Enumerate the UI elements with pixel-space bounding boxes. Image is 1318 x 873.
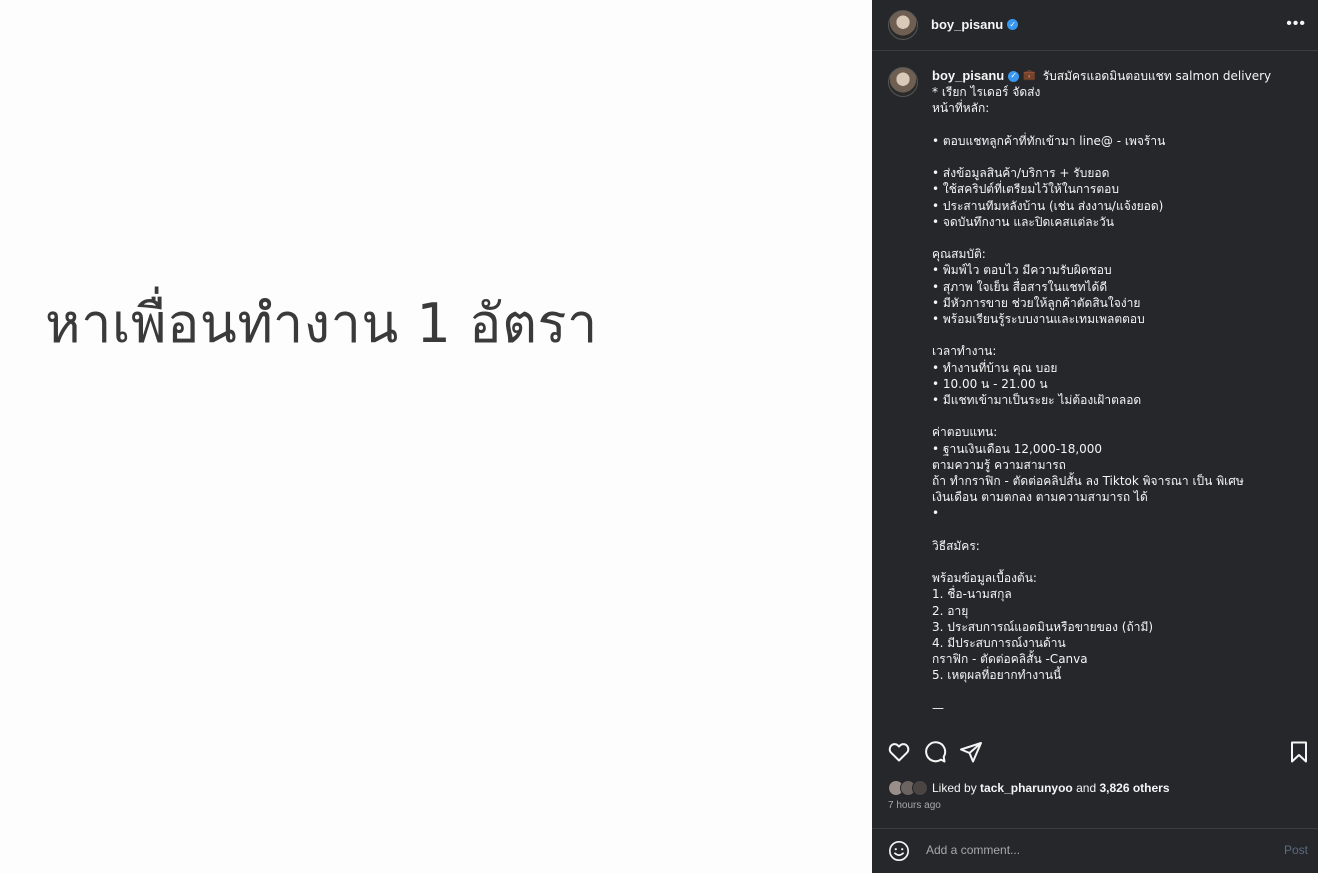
verified-badge-icon: ✓ xyxy=(1007,19,1019,30)
caption-section: boy_pisanu ✓ 💼 รับสมัครแอดมินตอบแชท salm… xyxy=(872,60,1318,720)
post-sidebar: boy_pisanu ✓ ••• boy_pisanu ✓ 💼 รับสมัคร… xyxy=(872,0,1318,873)
caption-line: เงินเดือน ตามตกลง ตามความสามารถ ได้ xyxy=(932,490,1148,505)
caption-line: เวลาทำงาน: xyxy=(932,344,997,359)
verified-badge-icon: ✓ xyxy=(1008,70,1020,82)
caption-line: • พร้อมเรียนรู้ระบบงานและเทมเพลตตอบ xyxy=(932,312,1145,326)
caption-line: 3. ประสบการณ์แอดมินหรือขายของ (ถ้ามี) xyxy=(932,619,1154,634)
caption-avatar[interactable] xyxy=(888,67,918,97)
caption-line: • ส่งข้อมูลสินค้า/บริการ + รับยอด xyxy=(932,166,1110,181)
caption-line xyxy=(932,327,1307,343)
caption-line: 1. ชื่อ-นามสกุล xyxy=(932,587,1012,602)
caption-line: • ฐานเงินเดือน 12,000-18,000 xyxy=(932,441,1103,456)
caption-line: • มีแชทเข้ามาเป็นระยะ ไม่ต้องเฝ้าตลอด xyxy=(932,393,1142,407)
caption-line: • สุภาพ ใจเย็น สื่อสารในแชทได้ดี xyxy=(932,279,1108,294)
caption-line xyxy=(932,554,1307,570)
caption-line: • ประสานทีมหลังบ้าน (เช่น ส่งงาน/แจ้งยอด… xyxy=(932,198,1164,213)
post-actions xyxy=(872,740,1318,770)
caption-line: กราฟิก - ตัดต่อคลิสั้น -Canva xyxy=(932,652,1088,667)
caption-header: boy_pisanu ✓ 💼 รับสมัครแอดมินตอบแชท salm… xyxy=(932,68,1307,84)
caption-line: ค่าตอบแทน: xyxy=(932,425,998,440)
caption-line: หน้าที่หลัก: xyxy=(932,101,990,116)
caption-body: * เรียก ไรเดอร์ จัดส่ง หน้าที่หลัก: • ตอบแ… xyxy=(932,84,1307,716)
caption-username[interactable]: boy_pisanu xyxy=(932,68,1004,84)
caption-line: • ใช้สคริปต์ที่เตรียมไว้ให้ในการตอบ xyxy=(932,182,1119,197)
caption-line: ตามความรู้ ความสามารถ xyxy=(932,457,1066,472)
briefcase-emoji-icon: 💼 xyxy=(1023,70,1036,81)
caption-line: 2. อายุ xyxy=(932,603,969,618)
caption-line: • พิมพ์ไว ตอบไว มีความรับผิดชอบ xyxy=(932,263,1112,278)
caption-line xyxy=(932,522,1307,538)
more-options-icon[interactable]: ••• xyxy=(1286,15,1306,33)
caption-line: • 10.00 น - 21.00 น xyxy=(932,376,1048,391)
caption-line: * เรียก ไรเดอร์ จัดส่ง xyxy=(932,85,1041,100)
caption-line: คุณสมบัติ: xyxy=(932,247,986,262)
caption-line: 4. มีประสบการณ์งานด้าน xyxy=(932,636,1066,650)
comment-bar: Post xyxy=(872,830,1318,873)
comment-icon[interactable] xyxy=(923,740,947,764)
caption-line: พร้อมข้อมูลเบื้องต้น: xyxy=(932,571,1037,586)
post-comment-button[interactable]: Post xyxy=(1284,843,1308,857)
send-icon[interactable] xyxy=(959,740,983,764)
caption-line: วิธีสมัคร: xyxy=(932,538,980,553)
caption-line xyxy=(932,117,1307,133)
liked-by-and: and xyxy=(1076,781,1097,795)
likes-summary: Liked by tack_pharunyoo and 3,826 others xyxy=(888,780,1170,796)
post-media: หาเพื่อนทำงาน 1 อัตรา xyxy=(0,0,872,873)
caption-line xyxy=(932,408,1307,424)
liker-avatars xyxy=(888,780,928,796)
bookmark-icon[interactable] xyxy=(1287,740,1311,764)
post-timestamp[interactable]: 7 hours ago xyxy=(888,800,941,811)
liked-by-others[interactable]: 3,826 others xyxy=(1099,781,1169,795)
username[interactable]: boy_pisanu xyxy=(931,17,1003,32)
caption-text: boy_pisanu ✓ 💼 รับสมัครแอดมินตอบแชท salm… xyxy=(932,68,1307,716)
caption-line: 5. เหตุผลที่อยากทำงานนี้ xyxy=(932,668,1062,683)
caption-line xyxy=(932,684,1307,700)
post-header: boy_pisanu ✓ ••• xyxy=(872,0,1318,50)
header-divider xyxy=(872,50,1318,51)
header-user: boy_pisanu ✓ xyxy=(931,17,1019,32)
comment-input[interactable] xyxy=(924,842,1248,858)
heart-icon[interactable] xyxy=(887,740,911,764)
media-headline: หาเพื่อนทำงาน 1 อัตรา xyxy=(45,292,598,355)
liked-by-user[interactable]: tack_pharunyoo xyxy=(980,781,1073,795)
caption-line: • xyxy=(932,506,940,521)
caption-line: • จดบันทึกงาน และปิดเคสแต่ละวัน xyxy=(932,214,1114,229)
caption-line xyxy=(932,230,1307,246)
liked-by-prefix: Liked by xyxy=(932,781,977,795)
caption-line xyxy=(932,149,1307,165)
caption-title: รับสมัครแอดมินตอบแชท salmon delivery xyxy=(1042,69,1272,83)
caption-line: • มีหัวการขาย ช่วยให้ลูกค้าตัดสินใจง่าย xyxy=(932,295,1141,310)
caption-line: • ทำงานที่บ้าน คุณ บอย xyxy=(932,360,1058,375)
liker-avatar xyxy=(912,780,928,796)
caption-line: • ตอบแชทลูกค้าที่ทักเข้ามา line@ - เพจร้… xyxy=(932,133,1166,148)
caption-line: ถ้า ทำกราฟิก - ตัดต่อคลิปสั้น ลง Tiktok … xyxy=(932,474,1244,488)
smile-icon[interactable] xyxy=(888,840,910,862)
avatar[interactable] xyxy=(888,10,918,40)
caption-line: — xyxy=(932,700,944,715)
comment-divider xyxy=(872,828,1318,829)
